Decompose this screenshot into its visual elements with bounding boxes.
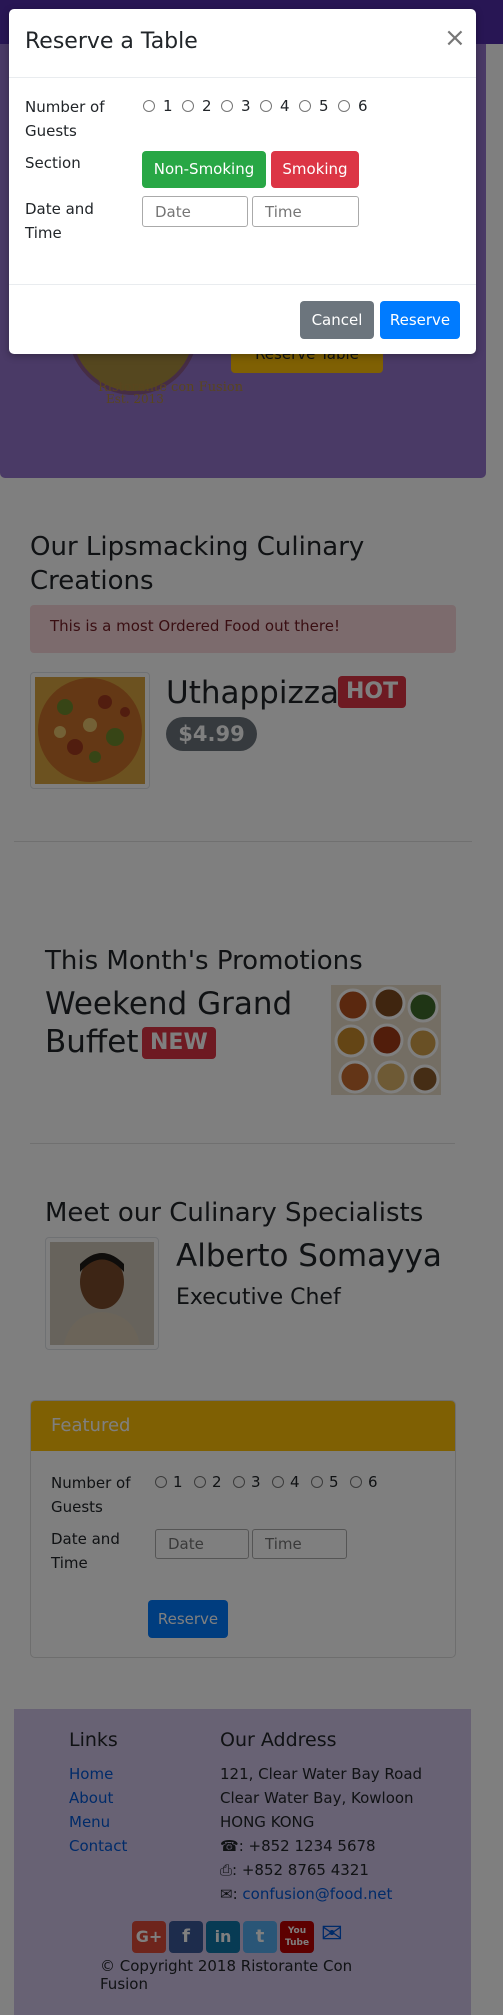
guest-option-label: 5 xyxy=(319,97,329,115)
guest-radio-1[interactable] xyxy=(143,100,155,112)
guest-option-label: 3 xyxy=(241,97,251,115)
reserve-button[interactable]: Reserve xyxy=(380,301,460,339)
modal-footer-divider xyxy=(9,284,476,285)
guest-radio-6[interactable] xyxy=(338,100,350,112)
section-label: Section xyxy=(25,154,81,172)
guest-radio-3[interactable] xyxy=(221,100,233,112)
modal-header-divider xyxy=(9,77,476,78)
cancel-button[interactable]: Cancel xyxy=(300,301,374,339)
guests-radio-group: 1 2 3 4 5 6 xyxy=(143,97,403,120)
guest-option-label: 4 xyxy=(280,97,290,115)
guest-option-label: 6 xyxy=(358,97,368,115)
guest-radio-2[interactable] xyxy=(182,100,194,112)
close-icon[interactable]: × xyxy=(444,25,466,51)
non-smoking-button[interactable]: Non-Smoking xyxy=(142,151,266,188)
reserve-table-modal: Reserve a Table × Number of Guests 1 2 3… xyxy=(9,9,476,354)
time-input[interactable] xyxy=(252,196,359,227)
datetime-label: Date and Time xyxy=(25,200,94,242)
date-input[interactable] xyxy=(142,196,248,227)
guest-radio-5[interactable] xyxy=(299,100,311,112)
guest-option-label: 2 xyxy=(202,97,212,115)
modal-title: Reserve a Table xyxy=(25,29,198,54)
guests-label: Number of Guests xyxy=(25,98,105,140)
guest-radio-4[interactable] xyxy=(260,100,272,112)
guest-option-label: 1 xyxy=(163,97,173,115)
smoking-button[interactable]: Smoking xyxy=(271,151,359,188)
